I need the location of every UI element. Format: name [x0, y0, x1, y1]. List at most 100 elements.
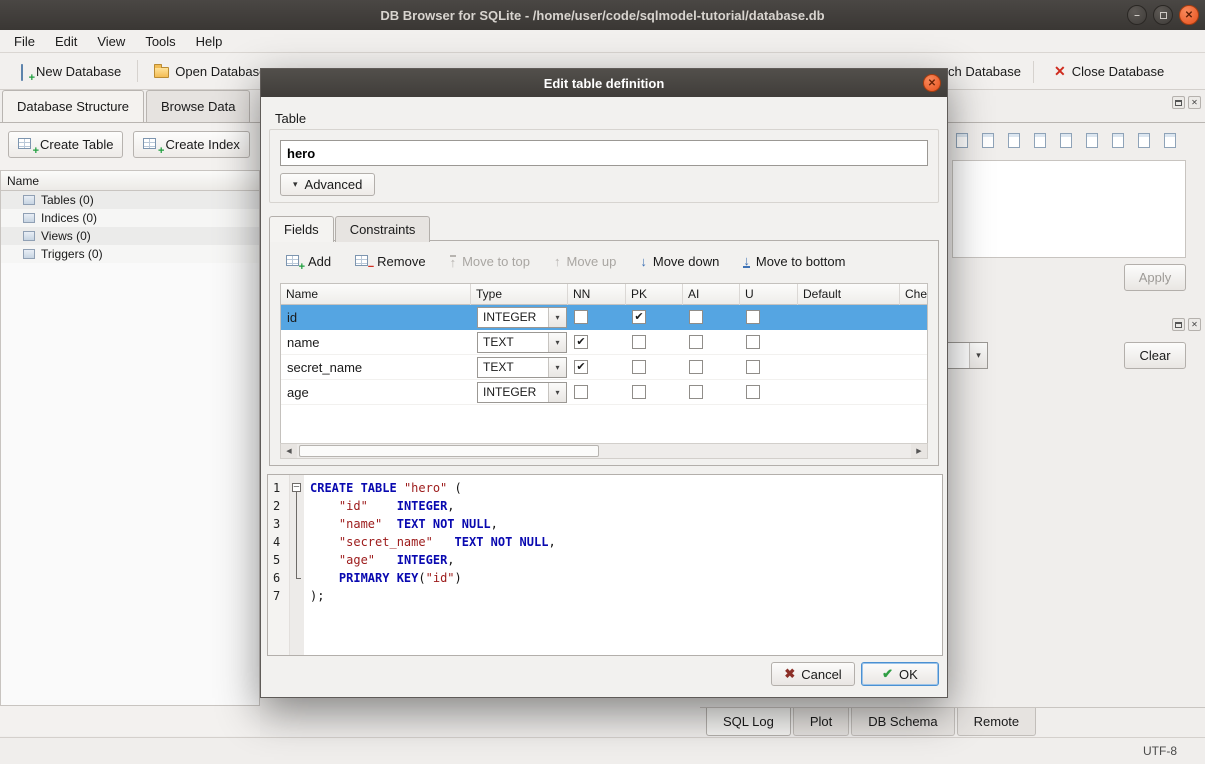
open-database-button[interactable]: Open Database — [146, 58, 274, 85]
column-header-check[interactable]: Check — [900, 284, 928, 305]
tree-item-views[interactable]: Views (0) — [1, 227, 259, 245]
image-mode-button[interactable] — [1080, 128, 1103, 152]
column-header-ai[interactable]: AI — [683, 284, 740, 305]
clear-log-button[interactable]: Clear — [1124, 342, 1186, 369]
create-index-button[interactable]: + Create Index — [133, 131, 249, 158]
checkbox-pk[interactable] — [632, 360, 646, 374]
column-header-type[interactable]: Type — [471, 284, 568, 305]
menu-view[interactable]: View — [87, 31, 135, 52]
tab-database-structure[interactable]: Database Structure — [2, 90, 144, 122]
checkbox-pk[interactable]: ✔ — [632, 310, 646, 324]
tab-remote[interactable]: Remote — [957, 708, 1037, 736]
xml-mode-button[interactable] — [1132, 128, 1155, 152]
checkbox-nn[interactable]: ✔ — [574, 360, 588, 374]
remove-button[interactable]: −Remove — [351, 251, 429, 272]
column-header-default[interactable]: Default — [798, 284, 900, 305]
tab-browse-data[interactable]: Browse Data — [146, 90, 250, 122]
chevron-down-icon[interactable]: ▾ — [548, 358, 566, 377]
field-default — [798, 355, 900, 379]
import-button[interactable] — [950, 128, 973, 152]
fold-collapse-icon[interactable]: – — [292, 483, 301, 492]
checkbox-pk[interactable] — [632, 385, 646, 399]
move-to-bottom-button[interactable]: ↓Move to bottom — [739, 251, 849, 272]
arrow-left-icon[interactable]: ◀ — [281, 444, 297, 458]
checkbox-u[interactable] — [746, 335, 760, 349]
tab-constraints[interactable]: Constraints — [335, 216, 431, 242]
tree-header-name[interactable]: Name — [1, 171, 259, 191]
column-header-nn[interactable]: NN — [568, 284, 626, 305]
menu-edit[interactable]: Edit — [45, 31, 87, 52]
checkbox-u[interactable] — [746, 360, 760, 374]
table-name-input[interactable] — [280, 140, 928, 166]
cell-editor-area[interactable] — [952, 160, 1186, 258]
tab-plot[interactable]: Plot — [793, 708, 849, 736]
field-row[interactable]: secret_nameTEXT▾✔ — [281, 355, 927, 380]
type-combobox[interactable]: TEXT▾ — [477, 357, 567, 378]
dock-float-button[interactable] — [1172, 318, 1185, 331]
move-top-icon: ↑ — [450, 255, 457, 268]
move-down-button[interactable]: ↓Move down — [636, 251, 723, 272]
scrollbar-track[interactable] — [297, 444, 911, 458]
search-database-label-partial[interactable]: ch Database — [948, 64, 1021, 79]
apply-button[interactable]: Apply — [1124, 264, 1186, 291]
chevron-down-icon[interactable]: ▾ — [548, 333, 566, 352]
close-window-button[interactable]: ✕ — [1179, 5, 1199, 25]
window-title: DB Browser for SQLite - /home/user/code/… — [380, 8, 824, 23]
dock-float-button[interactable] — [1172, 96, 1185, 109]
binary-mode-button[interactable] — [1054, 128, 1077, 152]
scrollbar-thumb[interactable] — [299, 445, 599, 457]
export-button[interactable] — [976, 128, 999, 152]
field-row[interactable]: ageINTEGER▾ — [281, 380, 927, 405]
sql-code[interactable]: CREATE TABLE "hero" ( "id" INTEGER, "nam… — [304, 475, 942, 655]
set-null-button[interactable] — [1002, 128, 1025, 152]
advanced-toggle-button[interactable]: ▾ Advanced — [280, 173, 375, 196]
horizontal-scrollbar[interactable]: ◀ ▶ — [280, 443, 928, 459]
chevron-down-icon[interactable]: ▾ — [548, 383, 566, 402]
cancel-button[interactable]: ✖ Cancel — [771, 662, 855, 686]
field-row[interactable]: nameTEXT▾✔ — [281, 330, 927, 355]
json-mode-button[interactable] — [1106, 128, 1129, 152]
maximize-button[interactable] — [1153, 5, 1173, 25]
checkbox-ai[interactable] — [689, 335, 703, 349]
tree-item-triggers[interactable]: Triggers (0) — [1, 245, 259, 263]
field-row[interactable]: idINTEGER▾✔ — [281, 305, 927, 330]
checkbox-nn[interactable] — [574, 310, 588, 324]
minimize-button[interactable]: – — [1127, 5, 1147, 25]
dock-close-button[interactable]: ✕ — [1188, 96, 1201, 109]
column-header-pk[interactable]: PK — [626, 284, 683, 305]
type-combobox[interactable]: TEXT▾ — [477, 332, 567, 353]
column-header-name[interactable]: Name — [281, 284, 471, 305]
checkbox-ai[interactable] — [689, 310, 703, 324]
close-database-button[interactable]: ✕ Close Database — [1046, 57, 1172, 86]
dock-close-button[interactable]: ✕ — [1188, 318, 1201, 331]
tree-item-indices[interactable]: Indices (0) — [1, 209, 259, 227]
checkbox-ai[interactable] — [689, 385, 703, 399]
checkbox-u[interactable] — [746, 385, 760, 399]
tab-sql-log[interactable]: SQL Log — [706, 708, 791, 736]
encoding-indicator[interactable]: UTF-8 — [1143, 744, 1177, 758]
checkbox-u[interactable] — [746, 310, 760, 324]
print-button[interactable] — [1158, 128, 1181, 152]
tab-db-schema[interactable]: DB Schema — [851, 708, 954, 736]
type-combobox[interactable]: INTEGER▾ — [477, 382, 567, 403]
menu-tools[interactable]: Tools — [135, 31, 185, 52]
tree-item-tables[interactable]: Tables (0) — [1, 191, 259, 209]
checkbox-pk[interactable] — [632, 335, 646, 349]
text-mode-button[interactable] — [1028, 128, 1051, 152]
create-table-button[interactable]: + Create Table — [8, 131, 123, 158]
chevron-down-icon[interactable]: ▾ — [969, 343, 987, 368]
type-combobox[interactable]: INTEGER▾ — [477, 307, 567, 328]
column-header-u[interactable]: U — [740, 284, 798, 305]
menu-file[interactable]: File — [4, 31, 45, 52]
tab-fields[interactable]: Fields — [269, 216, 334, 242]
checkbox-nn[interactable] — [574, 385, 588, 399]
menu-help[interactable]: Help — [186, 31, 233, 52]
dialog-close-button[interactable]: ✕ — [923, 74, 941, 92]
chevron-down-icon[interactable]: ▾ — [548, 308, 566, 327]
checkbox-ai[interactable] — [689, 360, 703, 374]
new-database-button[interactable]: + New Database — [6, 58, 129, 85]
add-button[interactable]: +Add — [282, 251, 335, 272]
arrow-right-icon[interactable]: ▶ — [911, 444, 927, 458]
ok-button[interactable]: ✔ OK — [861, 662, 939, 686]
checkbox-nn[interactable]: ✔ — [574, 335, 588, 349]
